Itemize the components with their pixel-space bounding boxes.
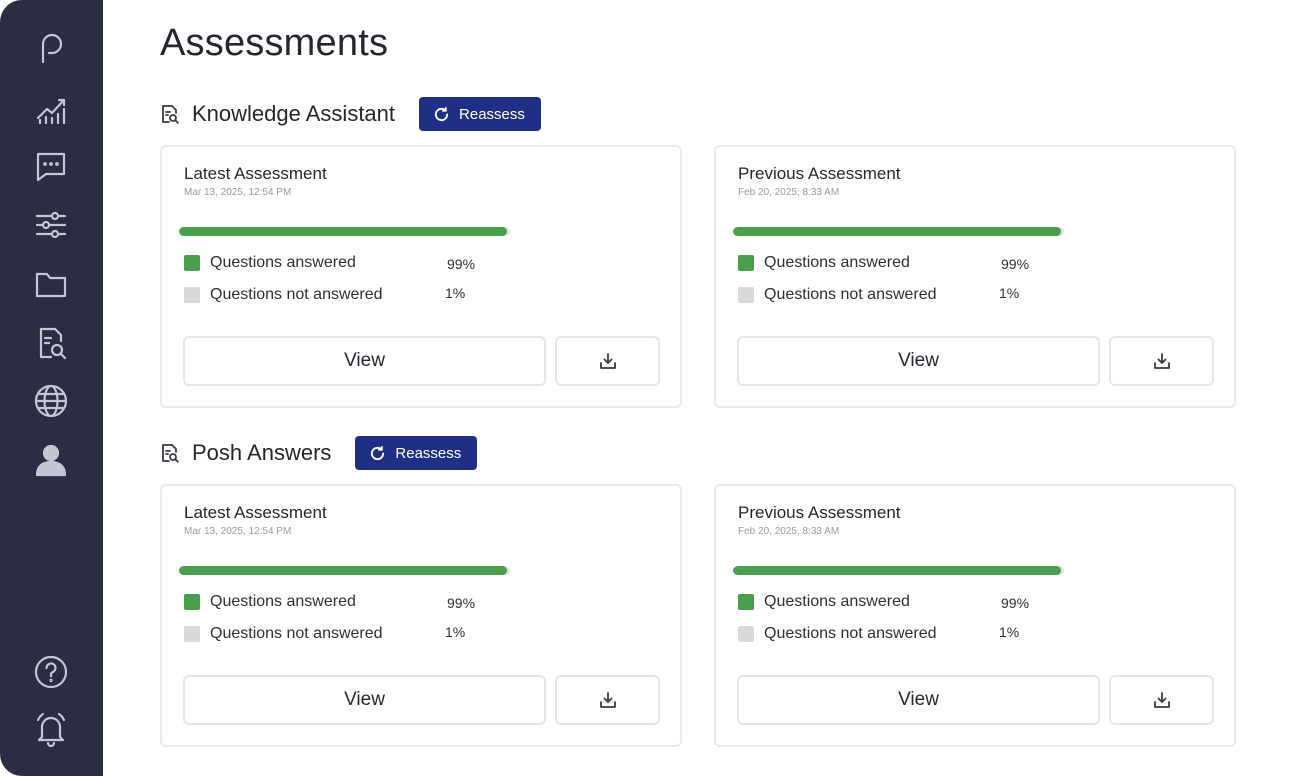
answered-value: 99% <box>447 595 476 611</box>
answered-label: Questions answered <box>764 593 910 610</box>
progress-bar <box>179 227 510 236</box>
answered-label: Questions answered <box>210 254 356 271</box>
not-answered-label: Questions not answered <box>764 625 937 642</box>
analytics-icon[interactable] <box>31 88 71 128</box>
refresh-icon <box>371 445 385 460</box>
card-date: Feb 20, 2025, 8:33 AM <box>738 526 840 537</box>
assessment-card-latest: Latest Assessment Mar 13, 2025, 12:54 PM… <box>160 145 682 408</box>
not-answered-swatch <box>738 287 754 303</box>
not-answered-value: 1% <box>999 285 1020 301</box>
section-title: Posh Answers <box>192 440 332 465</box>
card-title: Latest Assessment <box>184 503 327 522</box>
document-search-icon <box>160 103 182 125</box>
answered-label: Questions answered <box>764 254 910 271</box>
not-answered-swatch <box>738 626 754 642</box>
legend-not-answered: Questions not answered <box>184 624 383 644</box>
card-date: Feb 20, 2025, 8:33 AM <box>738 187 840 198</box>
card-title: Previous Assessment <box>738 164 901 183</box>
assessment-card-previous: Previous Assessment Feb 20, 2025, 8:33 A… <box>714 484 1236 747</box>
legend-not-answered: Questions not answered <box>738 285 937 305</box>
card-title: Latest Assessment <box>184 164 327 183</box>
assessment-card-latest: Latest Assessment Mar 13, 2025, 12:54 PM… <box>160 484 682 747</box>
not-answered-label: Questions not answered <box>210 286 383 303</box>
chat-icon[interactable] <box>31 146 71 186</box>
answered-swatch <box>738 594 754 610</box>
help-icon[interactable] <box>31 652 71 692</box>
card-title: Previous Assessment <box>738 503 901 522</box>
answered-swatch <box>184 255 200 271</box>
legend-answered: Questions answered <box>184 253 356 273</box>
download-button[interactable] <box>1109 675 1214 725</box>
reassess-label: Reassess <box>395 444 462 462</box>
logo-p-icon[interactable] <box>31 26 71 66</box>
document-search-icon[interactable] <box>31 323 71 363</box>
not-answered-label: Questions not answered <box>210 625 383 642</box>
globe-icon[interactable] <box>31 381 71 421</box>
download-button[interactable] <box>1109 336 1214 386</box>
view-button[interactable]: View <box>183 336 546 386</box>
not-answered-label: Questions not answered <box>764 286 937 303</box>
download-icon <box>1153 353 1170 369</box>
not-answered-value: 1% <box>445 624 466 640</box>
reassess-button[interactable]: Reassess <box>419 97 541 131</box>
download-button[interactable] <box>555 336 660 386</box>
section-title: Knowledge Assistant <box>192 101 396 126</box>
reassess-button[interactable]: Reassess <box>355 436 478 470</box>
reassess-label: Reassess <box>459 105 525 123</box>
view-button[interactable]: View <box>737 675 1100 725</box>
legend-not-answered: Questions not answered <box>184 285 383 305</box>
answered-swatch <box>738 255 754 271</box>
legend-answered: Questions answered <box>738 592 910 612</box>
download-icon <box>599 353 616 369</box>
card-date: Mar 13, 2025, 12:54 PM <box>184 187 292 198</box>
bell-icon[interactable] <box>31 709 71 749</box>
document-search-icon <box>160 442 182 464</box>
download-icon <box>1153 692 1170 708</box>
card-date: Mar 13, 2025, 12:54 PM <box>184 526 292 537</box>
download-icon <box>599 692 616 708</box>
page-title: Assessments <box>160 22 389 64</box>
download-button[interactable] <box>555 675 660 725</box>
refresh-icon <box>434 106 449 121</box>
section-header-knowledge-assistant: Knowledge Assistant Reassess <box>160 97 541 131</box>
answered-value: 99% <box>1001 256 1030 272</box>
legend-answered: Questions answered <box>184 592 356 612</box>
folder-icon[interactable] <box>31 264 71 304</box>
progress-bar <box>733 227 1064 236</box>
view-button[interactable]: View <box>737 336 1100 386</box>
not-answered-swatch <box>184 626 200 642</box>
section-header-posh-answers: Posh Answers Reassess <box>160 436 478 470</box>
not-answered-swatch <box>184 287 200 303</box>
legend-not-answered: Questions not answered <box>738 624 937 644</box>
legend-answered: Questions answered <box>738 253 910 273</box>
not-answered-value: 1% <box>999 624 1020 640</box>
answered-label: Questions answered <box>210 593 356 610</box>
answered-value: 99% <box>1001 595 1030 611</box>
user-icon[interactable] <box>31 440 71 480</box>
sliders-icon[interactable] <box>31 205 71 245</box>
progress-bar <box>733 566 1064 575</box>
progress-fill <box>733 227 1061 236</box>
answered-value: 99% <box>447 256 476 272</box>
view-button[interactable]: View <box>183 675 546 725</box>
answered-swatch <box>184 594 200 610</box>
progress-fill <box>733 566 1061 575</box>
progress-bar <box>179 566 510 575</box>
progress-fill <box>179 566 507 575</box>
not-answered-value: 1% <box>445 285 466 301</box>
sidebar <box>0 0 103 776</box>
progress-fill <box>179 227 507 236</box>
assessment-card-previous: Previous Assessment Feb 20, 2025, 8:33 A… <box>714 145 1236 408</box>
